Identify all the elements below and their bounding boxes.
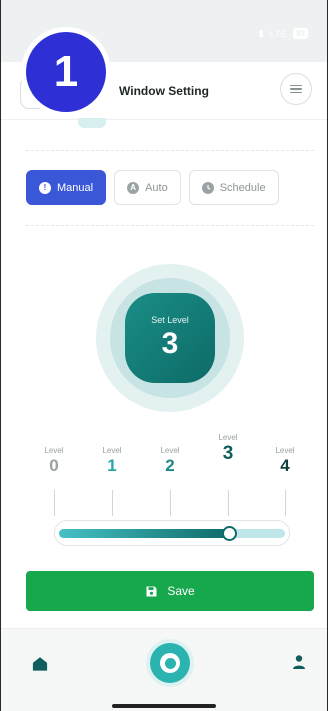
scale-tick [228,490,229,516]
level-name: Level [102,446,122,455]
level-option-2[interactable]: Level 2 [150,446,190,476]
slider-thumb[interactable] [221,526,237,541]
level-name: Level [44,446,64,455]
mode-label: Auto [145,181,168,194]
dial-label: Set Level [151,315,189,325]
home-indicator [112,704,216,708]
level-number: 2 [165,456,175,475]
slider-track[interactable] [59,526,285,541]
mode-auto-button[interactable]: A Auto [114,170,181,205]
level-option-1[interactable]: Level 1 [92,446,132,476]
scale-tick [170,490,171,516]
user-icon[interactable] [290,653,308,671]
mode-manual-button[interactable]: ! Manual [26,170,107,205]
network-type: LTE [269,28,288,39]
divider [26,150,314,151]
dial-value: 3 [161,327,179,360]
level-number: 0 [49,456,59,475]
scale-tick [285,490,286,516]
level-name: Level [160,446,180,455]
level-slider[interactable] [54,520,290,546]
mode-selector: ! Manual A Auto Schedule [26,170,279,205]
home-icon[interactable] [31,655,49,673]
mode-label: Manual [57,181,94,194]
level-number: 3 [222,443,234,464]
alert-circle-icon: ! [39,181,51,194]
window-setting-screen: ▮ LTE 82 1 Window Setting ! Manual A Aut… [0,0,328,711]
divider [26,225,314,226]
save-button[interactable]: Save [26,571,314,611]
mode-schedule-button[interactable]: Schedule [188,170,279,205]
slider-fill [59,529,229,538]
status-indicators: ▮ LTE 82 [259,28,308,39]
level-number: 1 [107,456,117,475]
tab-indicator [78,118,106,128]
level-name: Level [275,446,295,455]
level-number: 4 [280,456,290,475]
step-badge: 1 [21,27,111,117]
step-number: 1 [26,32,106,112]
save-icon [145,585,158,598]
level-option-0[interactable]: Level 0 [34,446,74,476]
dial-ring: Set Level 3 [110,278,230,398]
auto-icon: A [127,181,140,194]
level-option-4[interactable]: Level 4 [265,446,305,476]
clock-icon [201,181,214,194]
center-action-button[interactable] [150,643,190,683]
level-name: Level [218,433,238,442]
dial-core: Set Level 3 [125,293,215,383]
scale-tick [112,490,113,516]
level-dial: Set Level 3 [96,264,244,412]
menu-icon [290,84,302,94]
battery-indicator: 82 [293,28,308,39]
frame-edge [0,0,1,711]
level-option-3[interactable]: Level 3 [208,433,248,465]
bottom-nav [0,628,328,711]
signal-icon: ▮ [258,28,264,38]
ring-icon [160,653,180,673]
save-label: Save [167,584,195,598]
scale-tick [54,490,55,516]
mode-label: Schedule [219,181,266,194]
menu-button[interactable] [280,73,312,105]
